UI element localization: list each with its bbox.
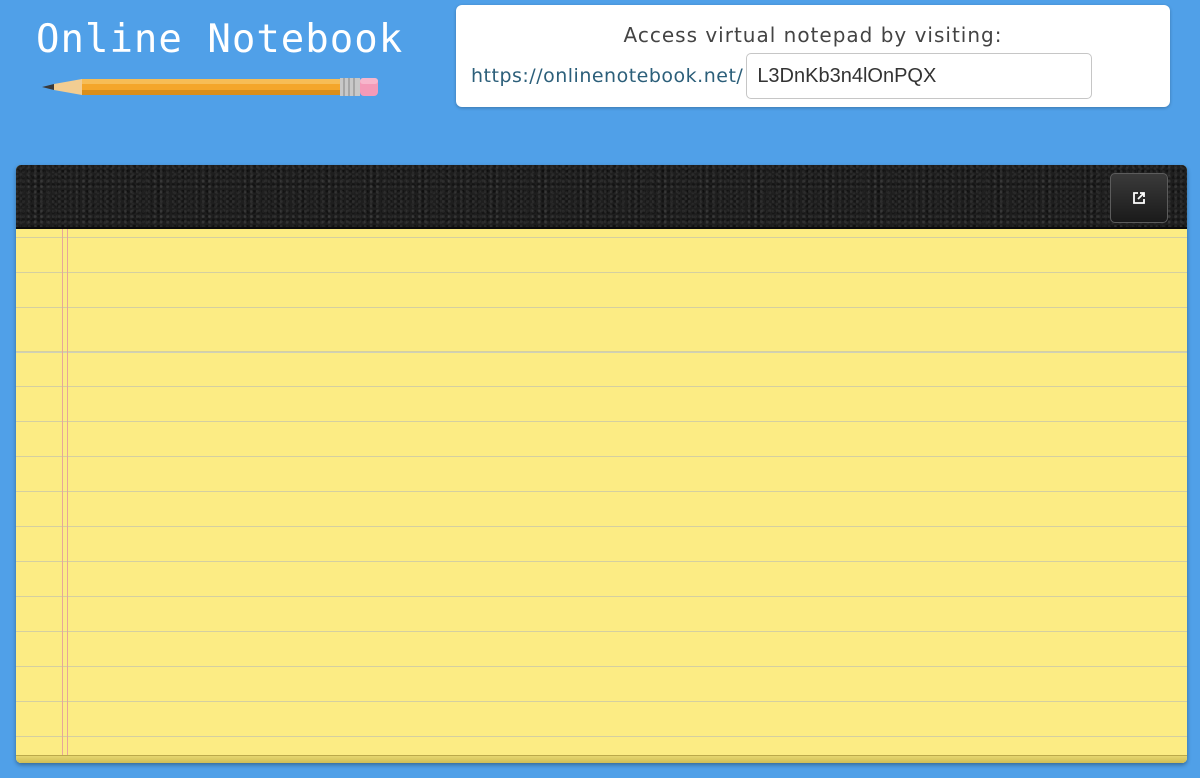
margin-line xyxy=(62,229,63,763)
base-url-link[interactable]: https://onlinenotebook.net/ xyxy=(471,65,743,87)
logo: Online Notebook xyxy=(36,17,404,108)
access-url-row: https://onlinenotebook.net/ xyxy=(471,53,1093,99)
notepad-paper xyxy=(16,229,1187,763)
fullscreen-button[interactable] xyxy=(1110,173,1168,223)
access-panel: Access virtual notepad by visiting: http… xyxy=(456,5,1170,107)
notes-textarea[interactable] xyxy=(16,229,1187,763)
external-expand-icon xyxy=(1133,192,1145,204)
access-label: Access virtual notepad by visiting: xyxy=(623,23,1003,47)
notepad-header xyxy=(16,165,1187,229)
margin-line xyxy=(67,229,68,763)
pencil-icon xyxy=(42,78,378,96)
notepad xyxy=(16,165,1187,763)
notepad-code-input[interactable] xyxy=(746,53,1093,99)
paper-bottom-edge xyxy=(16,755,1187,763)
site-title: Online Notebook xyxy=(36,17,404,62)
